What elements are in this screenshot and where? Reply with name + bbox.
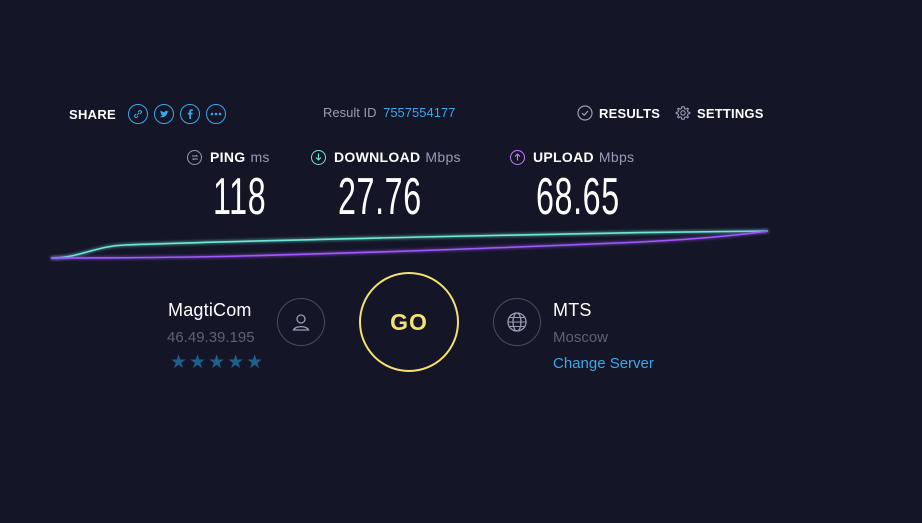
globe-icon xyxy=(493,298,541,346)
settings-link[interactable]: SETTINGS xyxy=(675,105,764,121)
result-id-value[interactable]: 7557554177 xyxy=(383,105,455,120)
upload-header: UPLOAD Mbps xyxy=(510,149,634,165)
upload-label: UPLOAD xyxy=(533,149,594,165)
twitter-icon[interactable] xyxy=(154,104,175,124)
ping-header: PING ms xyxy=(187,149,270,165)
facebook-icon[interactable] xyxy=(180,104,201,124)
user-icon xyxy=(277,298,325,346)
share-bar: SHARE xyxy=(69,104,227,124)
ping-unit: ms xyxy=(250,149,270,165)
upload-value: 68.65 xyxy=(536,168,620,226)
gear-icon xyxy=(675,106,691,120)
check-circle-icon xyxy=(577,105,593,121)
download-header: DOWNLOAD Mbps xyxy=(311,149,461,165)
result-id: Result ID 7557554177 xyxy=(323,105,455,120)
download-icon xyxy=(311,149,326,165)
results-link[interactable]: RESULTS xyxy=(577,105,660,121)
server-name: MTS xyxy=(553,300,592,320)
link-icon[interactable] xyxy=(128,104,149,124)
isp-name: MagtiCom xyxy=(168,300,252,320)
ping-value: 118 xyxy=(213,168,267,226)
results-label: RESULTS xyxy=(599,105,661,121)
settings-label: SETTINGS xyxy=(697,105,764,121)
download-value: 27.76 xyxy=(338,168,422,226)
isp-rating-stars: ★★★★★ xyxy=(170,352,266,373)
download-line xyxy=(50,230,769,259)
upload-icon xyxy=(510,149,525,165)
go-button[interactable]: GO xyxy=(359,272,459,372)
share-label: SHARE xyxy=(69,106,117,122)
ping-icon xyxy=(187,149,202,165)
more-icon[interactable] xyxy=(206,104,227,124)
change-server-link[interactable]: Change Server xyxy=(553,355,654,372)
server-city: Moscow xyxy=(553,329,609,346)
speed-graph xyxy=(50,230,769,259)
result-id-label: Result ID xyxy=(323,105,377,120)
isp-ip: 46.49.39.195 xyxy=(167,329,255,346)
download-label: DOWNLOAD xyxy=(334,149,421,165)
ping-label: PING xyxy=(210,149,246,165)
download-unit: Mbps xyxy=(425,149,461,165)
upload-unit: Mbps xyxy=(598,149,635,165)
